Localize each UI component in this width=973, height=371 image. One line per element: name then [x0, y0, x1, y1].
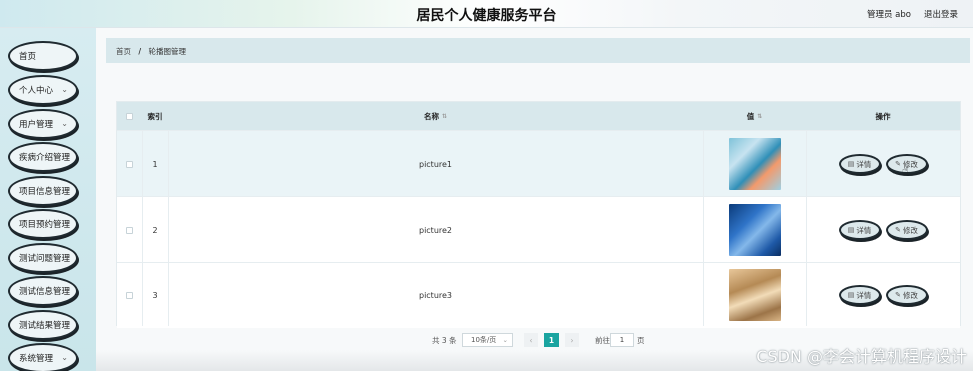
sidebar-item-label: 疾病介绍管理 [19, 153, 71, 163]
column-divider [168, 130, 169, 326]
sidebar-item-label: 项目预约管理 [19, 220, 71, 230]
chevron-down-icon: ⌄ [61, 85, 68, 94]
detail-button[interactable]: ▤ 详情 [838, 285, 881, 305]
table-row: 3 picture3 ▤ 详情 ✎ 修改 [117, 262, 960, 328]
sidebar-item-label: 测试问题管理 [19, 254, 71, 264]
page-suffix: 页 [637, 335, 645, 345]
chevron-down-icon: ⌄ [502, 336, 508, 344]
sidebar-item-label: 首页 [19, 52, 37, 62]
detail-label: 详情 [856, 290, 872, 300]
detail-label: 详情 [856, 159, 872, 169]
next-page-button[interactable]: › [565, 333, 579, 347]
row-checkbox[interactable] [126, 291, 133, 299]
thumbnail-image [728, 269, 781, 321]
sidebar-item-label: 测试结果管理 [19, 321, 71, 331]
breadcrumb-separator: / [138, 47, 142, 56]
row-index: 1 [152, 159, 158, 169]
sidebar-item-label: 用户管理 [19, 120, 54, 130]
edit-icon: ✎ [895, 226, 901, 234]
row-name: picture3 [418, 290, 453, 300]
header-index: 索引 [147, 111, 163, 121]
sidebar-item-label: 项目信息管理 [19, 187, 71, 197]
select-all-checkbox[interactable] [126, 112, 133, 120]
table-row: 1 picture1 ▤ 详情 ✎ 修改 [117, 130, 960, 196]
goto-label: 前往 [595, 335, 610, 345]
sidebar-item-project-booking[interactable]: 项目预约管理 [8, 209, 78, 239]
breadcrumb-home[interactable]: 首页 [116, 47, 131, 56]
logout-link[interactable]: 退出登录 [924, 8, 958, 20]
table-header: 索引 名称 ⇅ 值 ⇅ 操作 [117, 102, 960, 130]
page-number-current[interactable]: 1 [544, 333, 559, 347]
row-index: 2 [152, 225, 158, 235]
sidebar: 首页 个人中心 ⌄ 用户管理 ⌄ 疾病介绍管理 项目信息管理 项目预约管理 测试… [0, 28, 96, 371]
sidebar-item-profile[interactable]: 个人中心 ⌄ [8, 75, 78, 105]
sidebar-item-test-questions[interactable]: 测试问题管理 [8, 243, 78, 273]
row-checkbox[interactable] [126, 226, 133, 234]
prev-page-button[interactable]: ‹ [524, 333, 538, 347]
column-divider [142, 130, 143, 326]
watermark-text: CSDN @李会计算机程序设计 [756, 347, 967, 366]
sidebar-item-disease[interactable]: 疾病介绍管理 [8, 142, 78, 172]
column-divider [703, 130, 704, 326]
sidebar-item-system[interactable]: 系统管理 ⌄ [8, 343, 78, 371]
row-checkbox[interactable] [126, 160, 133, 168]
app-title: 居民个人健康服务平台 [416, 8, 557, 24]
detail-label: 详情 [856, 225, 872, 235]
sort-icon[interactable]: ⇅ [442, 113, 447, 120]
row-index: 3 [152, 290, 158, 300]
chevron-down-icon: ⌄ [61, 353, 68, 362]
document-icon: ▤ [847, 226, 855, 234]
header-name[interactable]: 名称 [424, 111, 439, 122]
header-actions: 操作 [875, 111, 891, 121]
goto-page-input[interactable]: 1 [610, 333, 634, 347]
sidebar-item-test-results[interactable]: 测试结果管理 [8, 310, 78, 340]
top-header: 居民个人健康服务平台 管理员 abo 退出登录 [0, 0, 973, 28]
breadcrumb-current: 轮播图管理 [148, 47, 187, 56]
pagination-total: 共 3 条 [432, 335, 457, 345]
thumbnail-image [728, 204, 781, 256]
detail-button[interactable]: ▤ 详情 [838, 154, 881, 174]
current-user: 管理员 abo [866, 10, 911, 20]
sidebar-item-home[interactable]: 首页 [8, 41, 78, 71]
detail-button[interactable]: ▤ 详情 [838, 220, 881, 240]
data-table: 索引 名称 ⇅ 值 ⇅ 操作 1 picture1 ▤ 详情 ✎ 修改 2 pi… [116, 101, 961, 328]
sidebar-item-project-info[interactable]: 项目信息管理 [8, 176, 78, 206]
sidebar-item-test-info[interactable]: 测试信息管理 [8, 276, 78, 306]
breadcrumb: 首页 / 轮播图管理 [106, 38, 970, 63]
edit-button[interactable]: ✎ 修改 [885, 220, 928, 240]
thumbnail-image [728, 138, 781, 190]
edit-label: 修改 [902, 225, 918, 235]
edit-icon: ✎ [895, 291, 901, 299]
edit-button[interactable]: ✎ 修改 [885, 285, 928, 305]
pointer-cursor-icon: ☝ [902, 164, 909, 177]
sidebar-item-label: 个人中心 [19, 86, 54, 96]
row-name: picture1 [418, 159, 453, 169]
page-size-select[interactable]: 10条/页 ⌄ [462, 333, 513, 347]
header-value[interactable]: 值 [747, 111, 755, 122]
sidebar-item-label: 系统管理 [19, 354, 54, 364]
row-name: picture2 [418, 225, 453, 235]
column-divider [806, 130, 807, 326]
table-row: 2 picture2 ▤ 详情 ✎ 修改 [117, 196, 960, 262]
sort-icon[interactable]: ⇅ [757, 113, 762, 120]
chevron-down-icon: ⌄ [61, 119, 68, 128]
document-icon: ▤ [847, 291, 855, 299]
sidebar-item-label: 测试信息管理 [19, 287, 71, 297]
page-size-value: 10条/页 [471, 336, 497, 344]
document-icon: ▤ [847, 160, 855, 168]
sidebar-item-users[interactable]: 用户管理 ⌄ [8, 109, 78, 139]
edit-label: 修改 [902, 290, 918, 300]
edit-icon: ✎ [895, 160, 901, 168]
